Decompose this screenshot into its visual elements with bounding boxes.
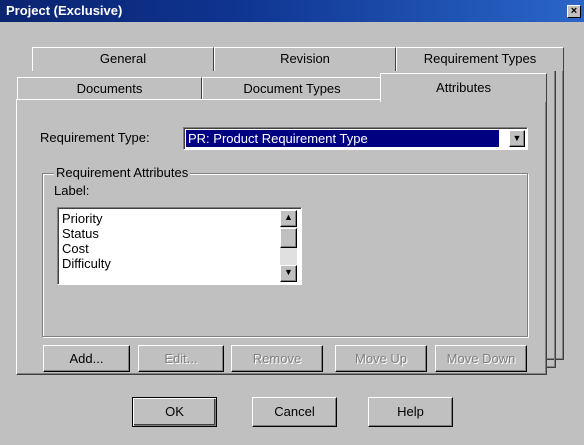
tab-requirement-types[interactable]: Requirement Types (396, 47, 564, 71)
attributes-listbox[interactable]: Priority Status Cost Difficulty ▲ ▼ (57, 207, 302, 285)
tab-document-types[interactable]: Document Types (202, 77, 382, 101)
listbox-scrollbar[interactable]: ▲ ▼ (280, 210, 297, 282)
title-bar: Project (Exclusive) × (0, 0, 584, 22)
requirement-type-select[interactable]: PR: Product Requirement Type ▼ (183, 127, 528, 150)
scroll-up-button[interactable]: ▲ (280, 210, 297, 227)
requirement-type-label: Requirement Type: (40, 130, 150, 145)
requirement-type-value: PR: Product Requirement Type (186, 130, 499, 147)
window-title: Project (Exclusive) (6, 3, 123, 18)
remove-button[interactable]: Remove (231, 345, 323, 372)
close-icon: × (570, 5, 578, 17)
move-down-button[interactable]: Move Down (435, 345, 527, 372)
close-button[interactable]: × (567, 5, 581, 18)
attributes-list: Priority Status Cost Difficulty (60, 211, 278, 271)
ok-button[interactable]: OK (132, 397, 217, 427)
scroll-down-icon: ▼ (284, 267, 293, 277)
requirement-attributes-title: Requirement Attributes (54, 165, 191, 180)
add-button[interactable]: Add... (43, 345, 130, 372)
tab-documents[interactable]: Documents (17, 77, 202, 101)
list-item[interactable]: Cost (60, 241, 278, 256)
list-item[interactable]: Difficulty (60, 256, 278, 271)
cancel-button[interactable]: Cancel (252, 397, 337, 427)
tab-revision[interactable]: Revision (214, 47, 396, 71)
move-up-button[interactable]: Move Up (335, 345, 427, 372)
chevron-down-icon: ▼ (512, 133, 522, 143)
label-list-caption: Label: (54, 183, 90, 198)
tab-attributes[interactable]: Attributes (380, 73, 547, 102)
scroll-thumb[interactable] (280, 228, 297, 248)
scroll-up-icon: ▲ (284, 212, 293, 222)
help-button[interactable]: Help (368, 397, 453, 427)
edit-button[interactable]: Edit... (138, 345, 224, 372)
list-item[interactable]: Priority (60, 211, 278, 226)
requirement-type-dropdown-button[interactable]: ▼ (509, 130, 525, 147)
list-item[interactable]: Status (60, 226, 278, 241)
scroll-down-button[interactable]: ▼ (280, 265, 297, 282)
tab-general[interactable]: General (32, 47, 214, 71)
